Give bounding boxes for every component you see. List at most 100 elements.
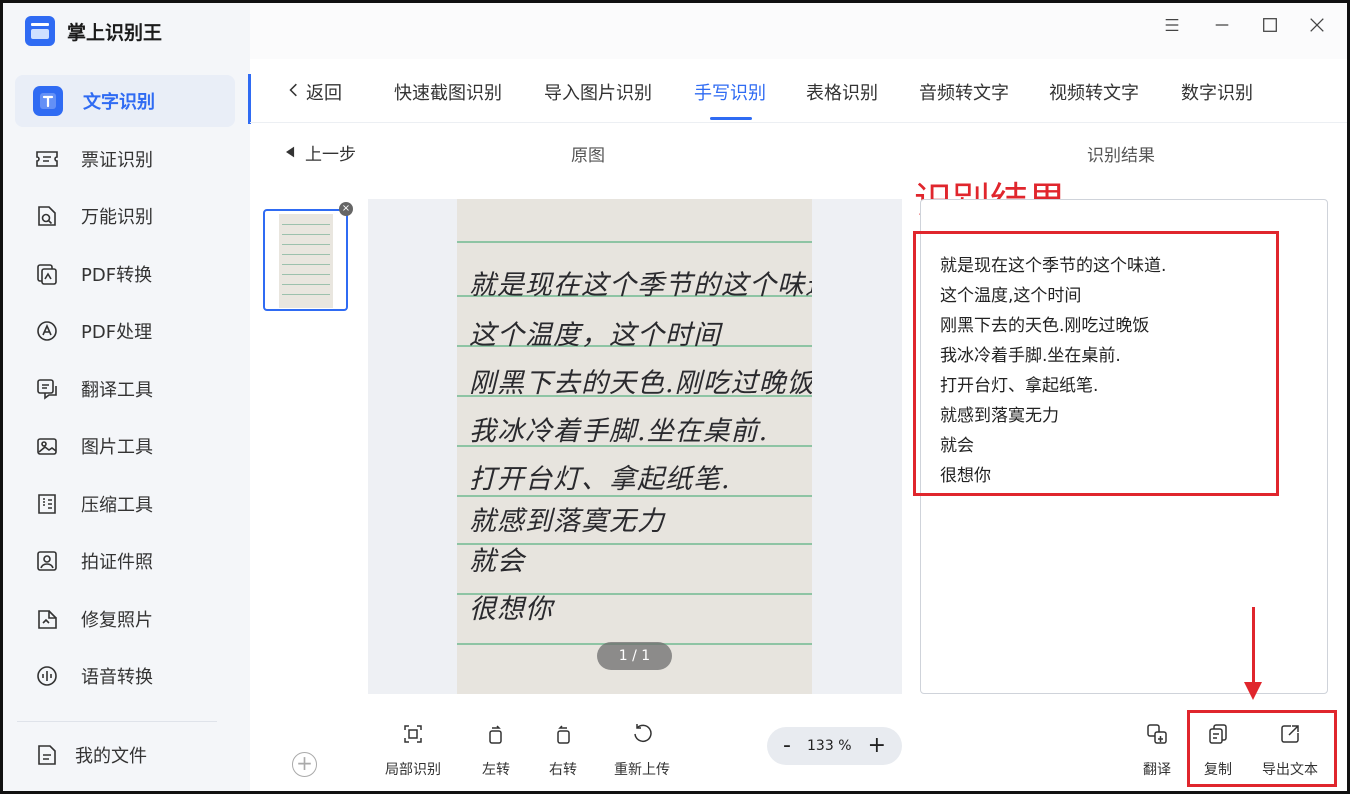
back-label: 返回 bbox=[306, 83, 342, 104]
rotate-right-icon bbox=[551, 722, 575, 750]
rotate-left-label: 左转 bbox=[482, 762, 510, 778]
handwriting-line: 就感到落寞无力 bbox=[469, 506, 665, 537]
tab-handwriting[interactable]: 手写识别 bbox=[694, 79, 766, 105]
sidebar-item-label: 票证识别 bbox=[81, 149, 153, 171]
handwriting-line: 就是现在这个季节的这个味道. bbox=[469, 270, 812, 301]
rotate-right-label: 右转 bbox=[549, 762, 577, 778]
file-icon bbox=[33, 741, 61, 769]
sidebar-item-ticket[interactable]: 票证识别 bbox=[15, 133, 235, 185]
sidebar-divider bbox=[17, 721, 217, 722]
original-header: 原图 bbox=[571, 146, 605, 166]
original-image-viewer[interactable]: 就是现在这个季节的这个味道. 这个温度，这个时间 刚黑下去的天色.刚吃过晚饭 我… bbox=[368, 199, 902, 694]
result-line: 刚黑下去的天色.刚吃过晚饭 bbox=[940, 316, 1150, 336]
chevron-left-icon bbox=[288, 82, 298, 103]
active-tab-underline bbox=[710, 117, 752, 120]
result-text[interactable]: 就是现在这个季节的这个味道. 这个温度,这个时间 刚黑下去的天色.刚吃过晚饭 我… bbox=[940, 252, 1166, 492]
result-line: 这个温度,这个时间 bbox=[940, 286, 1082, 306]
tab-audio-to-text[interactable]: 音频转文字 bbox=[919, 79, 1009, 105]
sidebar-item-text-recognition[interactable]: 文字识别 bbox=[15, 75, 235, 127]
tab-import-image[interactable]: 导入图片识别 bbox=[544, 79, 652, 105]
sidebar-nav: 文字识别 票证识别 万能识别 PDF转换 PDF处理 翻译工具 图片工具 压缩工… bbox=[15, 75, 235, 708]
translate-icon bbox=[33, 375, 61, 403]
sidebar: 掌上识别王 文字识别 票证识别 万能识别 PDF转换 PDF处理 翻译工具 图片… bbox=[3, 3, 250, 791]
remove-thumbnail-icon[interactable]: × bbox=[339, 202, 353, 216]
recognition-tabs: 返回 快速截图识别 导入图片识别 手写识别 表格识别 音频转文字 视频转文字 数… bbox=[250, 59, 1347, 123]
zoom-level: 133 % bbox=[807, 738, 852, 754]
sidebar-item-label: 翻译工具 bbox=[81, 379, 153, 401]
rotate-right-button[interactable]: 右转 bbox=[549, 722, 577, 779]
sidebar-item-compress[interactable]: 压缩工具 bbox=[15, 478, 235, 530]
sidebar-item-label: 图片工具 bbox=[81, 437, 153, 458]
refresh-icon bbox=[630, 722, 654, 750]
sidebar-item-label: 拍证件照 bbox=[81, 552, 153, 573]
id-photo-icon bbox=[33, 547, 61, 575]
sidebar-item-repair-photo[interactable]: 修复照片 bbox=[15, 593, 235, 645]
tab-quick-screenshot[interactable]: 快速截图识别 bbox=[394, 79, 502, 105]
translate-button[interactable]: 翻译 bbox=[1143, 722, 1171, 779]
compress-icon bbox=[33, 490, 61, 518]
partial-recognition-button[interactable]: 局部识别 bbox=[385, 722, 441, 779]
sidebar-item-image-tool[interactable]: 图片工具 bbox=[15, 420, 235, 472]
rotate-left-icon bbox=[484, 722, 508, 750]
translate-icon bbox=[1145, 722, 1169, 750]
app-brand: 掌上识别王 bbox=[25, 15, 162, 47]
sidebar-item-label: 文字识别 bbox=[83, 92, 155, 113]
sidebar-item-label: 语音转换 bbox=[81, 667, 153, 688]
handwritten-note-image: 就是现在这个季节的这个味道. 这个温度，这个时间 刚黑下去的天色.刚吃过晚饭 我… bbox=[457, 199, 812, 694]
prev-step-button[interactable]: 上一步 bbox=[286, 140, 356, 165]
maximize-icon[interactable] bbox=[1258, 13, 1282, 37]
zoom-out-button[interactable]: - bbox=[783, 735, 791, 757]
result-line: 就感到落寞无力 bbox=[940, 406, 1059, 426]
handwriting-line: 就会 bbox=[469, 546, 525, 577]
result-line: 就是现在这个季节的这个味道. bbox=[940, 256, 1167, 276]
sidebar-item-label: PDF转换 bbox=[81, 264, 153, 286]
page-thumbnail[interactable] bbox=[263, 209, 348, 311]
tab-table[interactable]: 表格识别 bbox=[806, 79, 878, 105]
crop-scan-icon bbox=[401, 722, 425, 750]
handwriting-line: 刚黑下去的天色.刚吃过晚饭 bbox=[469, 368, 812, 399]
result-line: 打开台灯、拿起纸笔. bbox=[940, 376, 1099, 396]
sidebar-item-pdf-process[interactable]: PDF处理 bbox=[15, 305, 235, 357]
zoom-in-button[interactable]: + bbox=[868, 735, 886, 757]
sidebar-item-label: 万能识别 bbox=[81, 207, 153, 228]
repair-photo-icon bbox=[33, 605, 61, 633]
sidebar-item-label: 压缩工具 bbox=[81, 494, 153, 516]
my-files-link[interactable]: 我的文件 bbox=[33, 741, 147, 769]
voice-convert-icon bbox=[33, 662, 61, 690]
sidebar-item-translate[interactable]: 翻译工具 bbox=[15, 363, 235, 415]
tab-number[interactable]: 数字识别 bbox=[1181, 79, 1253, 105]
universal-scan-icon bbox=[33, 202, 61, 230]
result-line: 我冰冷着手脚.坐在桌前. bbox=[940, 346, 1121, 366]
sidebar-item-id-photo[interactable]: 拍证件照 bbox=[15, 535, 235, 587]
back-button[interactable]: 返回 bbox=[288, 79, 342, 105]
annotation-actions-highlight bbox=[1187, 710, 1337, 787]
close-icon[interactable] bbox=[1305, 13, 1329, 37]
tab-video-to-text[interactable]: 视频转文字 bbox=[1049, 79, 1139, 105]
minimize-icon[interactable] bbox=[1210, 13, 1234, 37]
sidebar-item-universal[interactable]: 万能识别 bbox=[15, 190, 235, 242]
reupload-button[interactable]: 重新上传 bbox=[614, 722, 670, 779]
caret-left-icon bbox=[286, 143, 295, 163]
annotation-arrow-head bbox=[1244, 682, 1262, 700]
page-indicator: 1 / 1 bbox=[597, 642, 672, 670]
prev-step-label: 上一步 bbox=[305, 145, 356, 165]
partial-recognition-label: 局部识别 bbox=[385, 762, 441, 778]
pdf-process-icon bbox=[33, 317, 61, 345]
thumbnail-image bbox=[279, 214, 333, 308]
result-line: 很想你 bbox=[940, 466, 991, 486]
title-bar bbox=[250, 3, 1347, 59]
rotate-left-button[interactable]: 左转 bbox=[482, 722, 510, 779]
handwriting-line: 打开台灯、拿起纸笔. bbox=[469, 464, 731, 495]
add-page-button[interactable]: + bbox=[292, 752, 317, 777]
handwriting-line: 我冰冷着手脚.坐在桌前. bbox=[469, 416, 769, 447]
reupload-label: 重新上传 bbox=[614, 762, 670, 778]
menu-icon[interactable] bbox=[1160, 13, 1184, 37]
sidebar-item-label: 修复照片 bbox=[81, 609, 153, 631]
sidebar-item-pdf-convert[interactable]: PDF转换 bbox=[15, 248, 235, 300]
ticket-icon bbox=[33, 145, 61, 173]
sidebar-item-voice[interactable]: 语音转换 bbox=[15, 650, 235, 702]
zoom-control: - 133 % + bbox=[767, 727, 902, 765]
app-logo-icon bbox=[25, 16, 55, 46]
app-name: 掌上识别王 bbox=[67, 21, 163, 44]
handwriting-line: 这个温度，这个时间 bbox=[469, 320, 721, 351]
